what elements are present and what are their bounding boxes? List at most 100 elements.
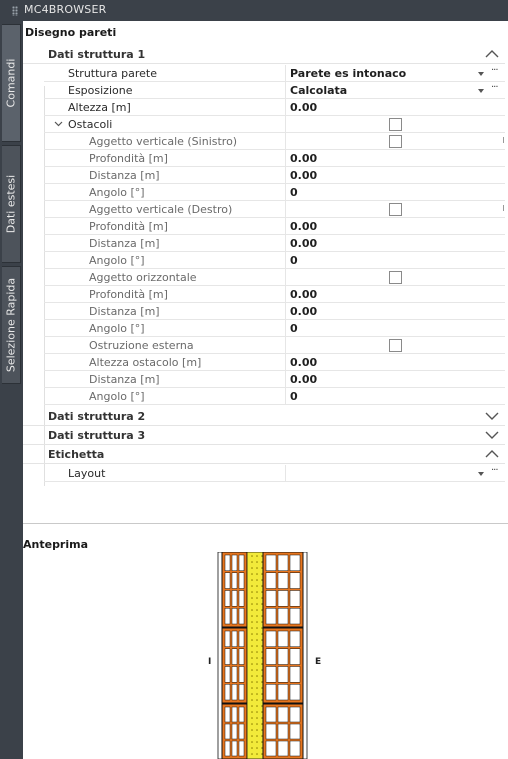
panel-separator[interactable]	[23, 523, 508, 524]
brick-cavity	[265, 572, 277, 589]
prop-value[interactable]: 0	[290, 390, 298, 403]
prop-row-avd-angolo[interactable]: Angolo [°] 0	[44, 252, 505, 269]
prop-row-ao-distanza[interactable]: Distanza [m] 0.00	[44, 303, 505, 320]
tab-selezione-rapida[interactable]: Selezione Rapida	[2, 266, 21, 384]
prop-row-altezza[interactable]: Altezza [m] 0.00	[44, 99, 505, 116]
checkbox-ostacoli[interactable]	[389, 118, 402, 131]
insulation-dot	[256, 681, 258, 683]
brick-cavity	[238, 554, 245, 571]
brick-cavity	[231, 554, 238, 571]
brick-cavity	[265, 706, 277, 723]
dropdown-arrow-icon[interactable]	[478, 89, 484, 93]
prop-row-oe-distanza[interactable]: Distanza [m] 0.00	[44, 371, 505, 388]
prop-value[interactable]: 0	[290, 322, 298, 335]
prop-value[interactable]: 0.00	[290, 152, 317, 165]
brick-cavity	[277, 554, 289, 571]
prop-row-avs-profondita[interactable]: Profondità [m] 0.00	[44, 150, 505, 167]
tab-comandi[interactable]: Comandi	[2, 24, 21, 142]
dropdown-arrow-icon[interactable]	[478, 72, 484, 76]
brick-cavity	[224, 554, 231, 571]
prop-value[interactable]: 0.00	[290, 288, 317, 301]
prop-value[interactable]: 0.00	[290, 373, 317, 386]
prop-value[interactable]: 0.00	[290, 356, 317, 369]
panel-title: Disegno pareti	[25, 26, 117, 39]
insulation-dot	[256, 579, 258, 581]
brick-cavity	[238, 590, 245, 607]
prop-value[interactable]: 0	[290, 254, 298, 267]
insulation-dot	[256, 699, 258, 701]
chevron-down-icon[interactable]	[485, 429, 499, 441]
checkbox-aggetto-orizzontale[interactable]	[389, 271, 402, 284]
insulation-dot	[256, 609, 258, 611]
section-header-dati-struttura-2[interactable]: Dati struttura 2	[23, 407, 505, 426]
insulation-dot	[256, 735, 258, 737]
prop-row-esposizione[interactable]: Esposizione Calcolata ···	[44, 82, 505, 99]
section-header-dati-struttura-3[interactable]: Dati struttura 3	[23, 426, 505, 445]
prop-row-aggetto-verticale-destro[interactable]: Aggetto verticale (Destro)	[44, 201, 505, 218]
chevron-up-icon[interactable]	[485, 48, 499, 60]
prop-row-ao-angolo[interactable]: Angolo [°] 0	[44, 320, 505, 337]
checkbox-aggetto-verticale-destro[interactable]	[389, 203, 402, 216]
brick-cavity	[224, 740, 231, 757]
brick-cavity	[265, 554, 277, 571]
prop-name: Distanza [m]	[89, 373, 160, 386]
prop-value-altezza[interactable]: 0.00	[290, 101, 317, 114]
prop-row-layout[interactable]: Layout ···	[44, 465, 505, 482]
column-divider	[285, 286, 286, 302]
insulation-dot	[251, 615, 253, 617]
prop-row-ostacoli[interactable]: Ostacoli	[44, 116, 505, 133]
insulation-dot	[251, 561, 253, 563]
insulation-dot	[251, 699, 253, 701]
insulation-dot	[256, 753, 258, 755]
chevron-down-icon[interactable]	[54, 119, 63, 128]
prop-row-avd-profondita[interactable]: Profondità [m] 0.00	[44, 218, 505, 235]
prop-value-esposizione[interactable]: Calcolata	[290, 84, 347, 97]
prop-value-struttura-parete[interactable]: Parete es intonaco	[290, 67, 406, 80]
prop-row-oe-altezza[interactable]: Altezza ostacolo [m] 0.00	[44, 354, 505, 371]
brick-cavity	[289, 608, 301, 625]
column-divider	[285, 320, 286, 336]
ellipsis-icon[interactable]: ···	[491, 65, 498, 76]
insulation-dot	[256, 555, 258, 557]
prop-value[interactable]: 0.00	[290, 237, 317, 250]
prop-value[interactable]: 0.00	[290, 305, 317, 318]
row-edge-mark	[501, 205, 504, 211]
prop-row-ostruzione-esterna[interactable]: Ostruzione esterna	[44, 337, 505, 354]
checkbox-ostruzione-esterna[interactable]	[389, 339, 402, 352]
prop-value[interactable]: 0.00	[290, 169, 317, 182]
prop-name: Profondità [m]	[89, 288, 168, 301]
prop-row-avs-angolo[interactable]: Angolo [°] 0	[44, 184, 505, 201]
prop-row-avd-distanza[interactable]: Distanza [m] 0.00	[44, 235, 505, 252]
brick-cavity	[231, 648, 238, 665]
prop-row-oe-angolo[interactable]: Angolo [°] 0	[44, 388, 505, 405]
brick-cavity	[265, 648, 277, 665]
prop-value[interactable]: 0.00	[290, 220, 317, 233]
prop-row-avs-distanza[interactable]: Distanza [m] 0.00	[44, 167, 505, 184]
prop-row-aggetto-verticale-sinistro[interactable]: Aggetto verticale (Sinistro)	[44, 133, 505, 150]
ellipsis-icon[interactable]: ···	[491, 465, 498, 476]
insulation-dot	[251, 621, 253, 623]
brick-cavity	[224, 706, 231, 723]
drag-grip-icon[interactable]	[12, 6, 18, 16]
chevron-down-icon[interactable]	[485, 410, 499, 422]
ellipsis-icon[interactable]: ···	[491, 82, 498, 93]
prop-name: Aggetto orizzontale	[89, 271, 197, 284]
chevron-up-icon[interactable]	[485, 448, 499, 460]
section-header-etichetta[interactable]: Etichetta	[23, 445, 505, 464]
tab-dati-estesi[interactable]: Dati estesi	[2, 145, 21, 263]
section-header-dati-struttura-1[interactable]: Dati struttura 1	[23, 45, 505, 64]
prop-row-aggetto-orizzontale[interactable]: Aggetto orizzontale	[44, 269, 505, 286]
dropdown-arrow-icon[interactable]	[478, 472, 484, 476]
checkbox-aggetto-verticale-sinistro[interactable]	[389, 135, 402, 148]
prop-row-struttura-parete[interactable]: Struttura parete Parete es intonaco ···	[44, 65, 505, 82]
insulation-dot	[251, 651, 253, 653]
column-divider	[285, 133, 286, 149]
brick-cavity	[231, 572, 238, 589]
insulation-dot	[251, 663, 253, 665]
insulation-dot	[251, 579, 253, 581]
prop-row-ao-profondita[interactable]: Profondità [m] 0.00	[44, 286, 505, 303]
prop-name: Angolo [°]	[89, 322, 145, 335]
prop-value[interactable]: 0	[290, 186, 298, 199]
brick-cavity	[231, 684, 238, 701]
brick-layer-outer	[262, 552, 304, 759]
